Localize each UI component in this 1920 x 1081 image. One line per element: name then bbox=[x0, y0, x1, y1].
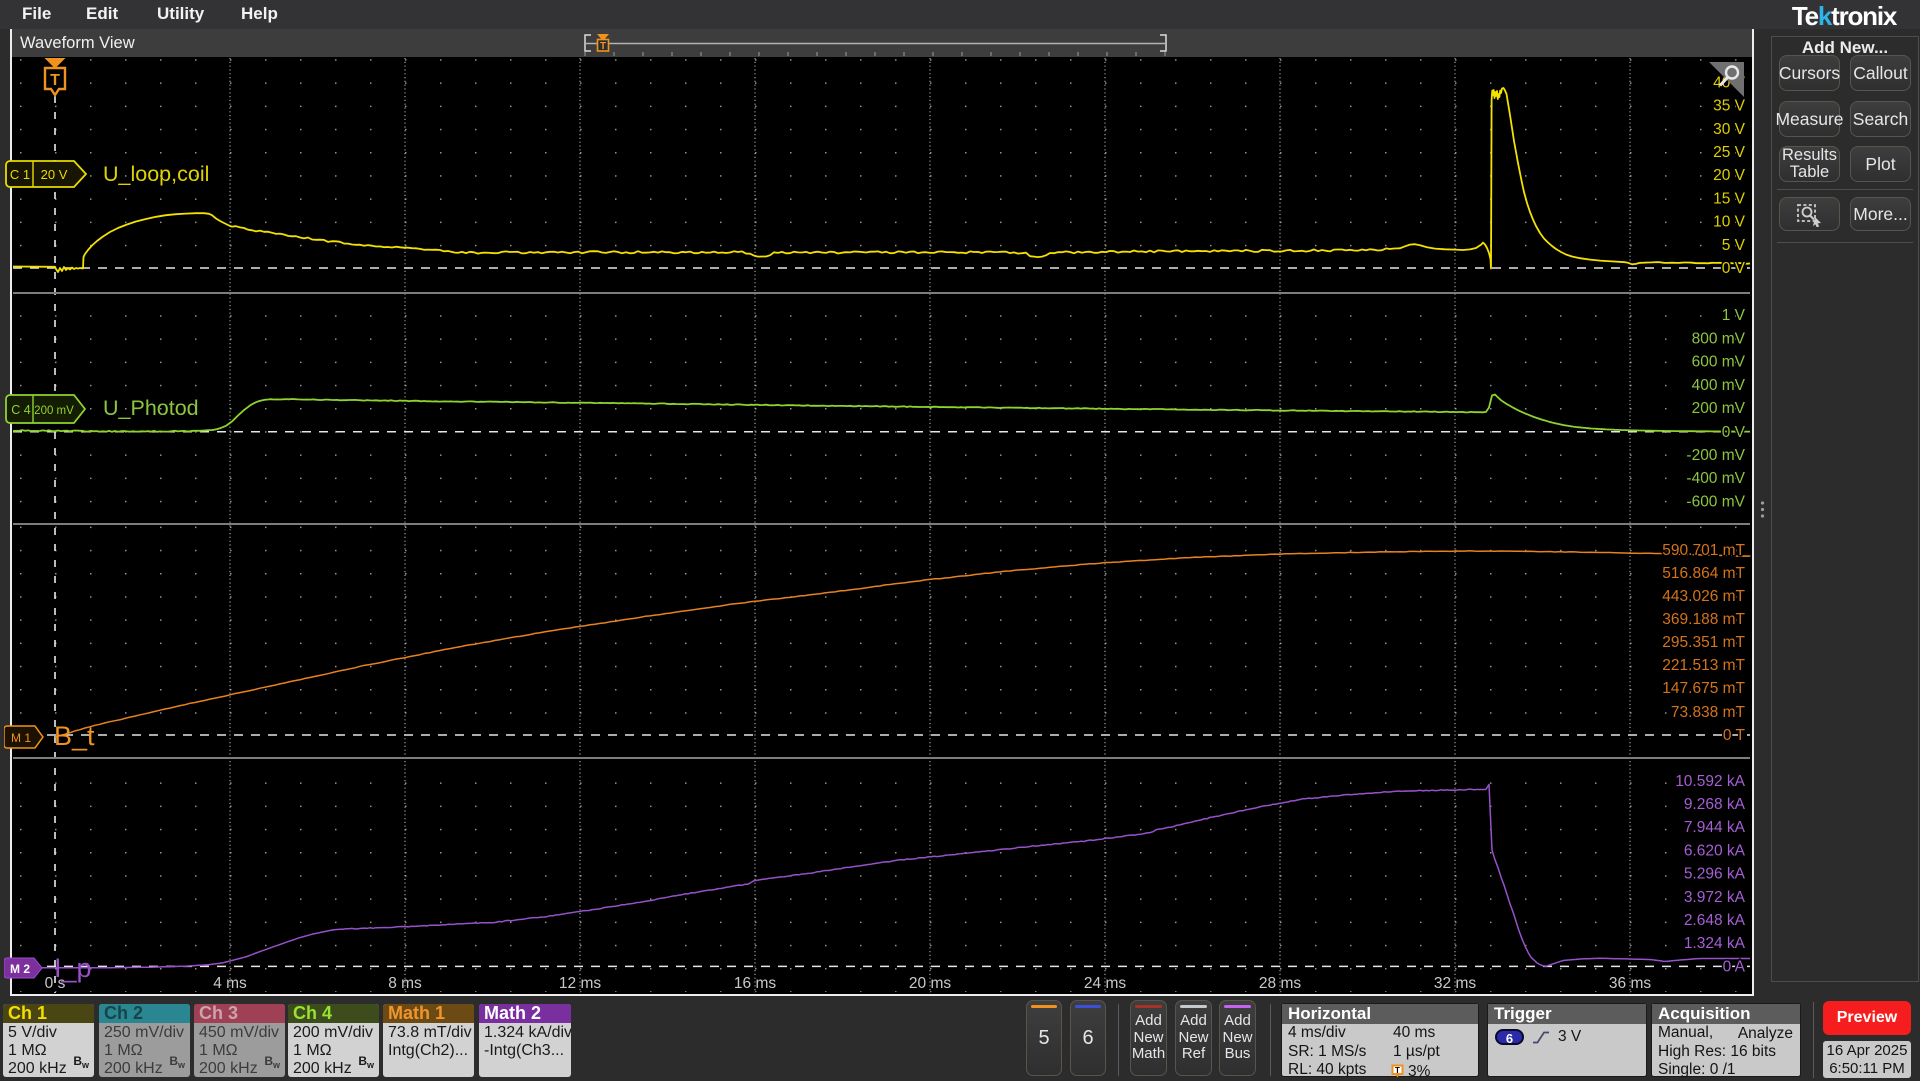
svg-text:35 V: 35 V bbox=[1713, 98, 1746, 115]
svg-text:-200 mV: -200 mV bbox=[1686, 447, 1745, 464]
svg-text:10.592 kA: 10.592 kA bbox=[1675, 773, 1745, 790]
svg-text:T: T bbox=[50, 72, 60, 89]
svg-text:7.944 kA: 7.944 kA bbox=[1684, 819, 1746, 836]
svg-text:295.351 mT: 295.351 mT bbox=[1662, 634, 1745, 651]
svg-text:24 ms: 24 ms bbox=[1084, 975, 1126, 992]
svg-text:C 4: C 4 bbox=[11, 403, 31, 417]
svg-text:73.838 mT: 73.838 mT bbox=[1671, 704, 1746, 721]
svg-text:516.864 mT: 516.864 mT bbox=[1662, 565, 1745, 582]
svg-text:0 V: 0 V bbox=[1722, 260, 1746, 277]
svg-text:369.188 mT: 369.188 mT bbox=[1662, 611, 1745, 628]
svg-text:1 V: 1 V bbox=[1722, 307, 1746, 324]
svg-text:-400 mV: -400 mV bbox=[1686, 470, 1745, 487]
svg-text:T: T bbox=[600, 41, 606, 52]
svg-text:5.296 kA: 5.296 kA bbox=[1684, 866, 1746, 883]
svg-text:200 mV: 200 mV bbox=[34, 405, 74, 417]
svg-text:20 V: 20 V bbox=[1713, 167, 1746, 184]
svg-text:C 1: C 1 bbox=[10, 167, 30, 182]
svg-text:5 V: 5 V bbox=[1722, 237, 1746, 254]
svg-text:2.648 kA: 2.648 kA bbox=[1684, 912, 1746, 929]
svg-text:8 ms: 8 ms bbox=[388, 975, 422, 992]
svg-text:-600 mV: -600 mV bbox=[1686, 493, 1745, 510]
svg-text:200 mV: 200 mV bbox=[1692, 400, 1746, 417]
svg-text:0 T: 0 T bbox=[1723, 727, 1746, 744]
svg-text:16 ms: 16 ms bbox=[734, 975, 776, 992]
svg-text:4 ms: 4 ms bbox=[213, 975, 247, 992]
svg-text:30 V: 30 V bbox=[1713, 121, 1746, 138]
svg-text:U_loop,coil: U_loop,coil bbox=[103, 162, 209, 186]
svg-text:20 V: 20 V bbox=[41, 167, 68, 182]
svg-text:32 ms: 32 ms bbox=[1434, 975, 1476, 992]
svg-text:1.324 kA: 1.324 kA bbox=[1684, 935, 1746, 952]
svg-text:443.026 mT: 443.026 mT bbox=[1662, 588, 1745, 605]
svg-text:U_Photod: U_Photod bbox=[103, 396, 199, 420]
svg-text:20 ms: 20 ms bbox=[909, 975, 951, 992]
svg-text:12 ms: 12 ms bbox=[559, 975, 601, 992]
svg-text:I_p: I_p bbox=[54, 953, 92, 983]
svg-text:T: T bbox=[1395, 1066, 1400, 1075]
svg-text:B_t: B_t bbox=[54, 721, 95, 751]
svg-text:36 ms: 36 ms bbox=[1609, 975, 1651, 992]
svg-text:25 V: 25 V bbox=[1713, 144, 1746, 161]
svg-text:400 mV: 400 mV bbox=[1692, 377, 1746, 394]
svg-text:590.701 mT: 590.701 mT bbox=[1662, 542, 1745, 559]
svg-text:3.972 kA: 3.972 kA bbox=[1684, 889, 1746, 906]
svg-text:15 V: 15 V bbox=[1713, 190, 1746, 207]
svg-text:M 1: M 1 bbox=[11, 731, 31, 745]
svg-text:147.675 mT: 147.675 mT bbox=[1662, 680, 1745, 697]
svg-text:0 A: 0 A bbox=[1723, 958, 1746, 975]
svg-text:0 V: 0 V bbox=[1722, 424, 1746, 441]
svg-text:10 V: 10 V bbox=[1713, 214, 1746, 231]
svg-text:28 ms: 28 ms bbox=[1259, 975, 1301, 992]
svg-text:M 2: M 2 bbox=[10, 962, 30, 976]
svg-text:800 mV: 800 mV bbox=[1692, 330, 1746, 347]
svg-text:600 mV: 600 mV bbox=[1692, 354, 1746, 371]
svg-text:221.513 mT: 221.513 mT bbox=[1662, 657, 1745, 674]
svg-text:9.268 kA: 9.268 kA bbox=[1684, 796, 1746, 813]
svg-text:6.620 kA: 6.620 kA bbox=[1684, 842, 1746, 859]
